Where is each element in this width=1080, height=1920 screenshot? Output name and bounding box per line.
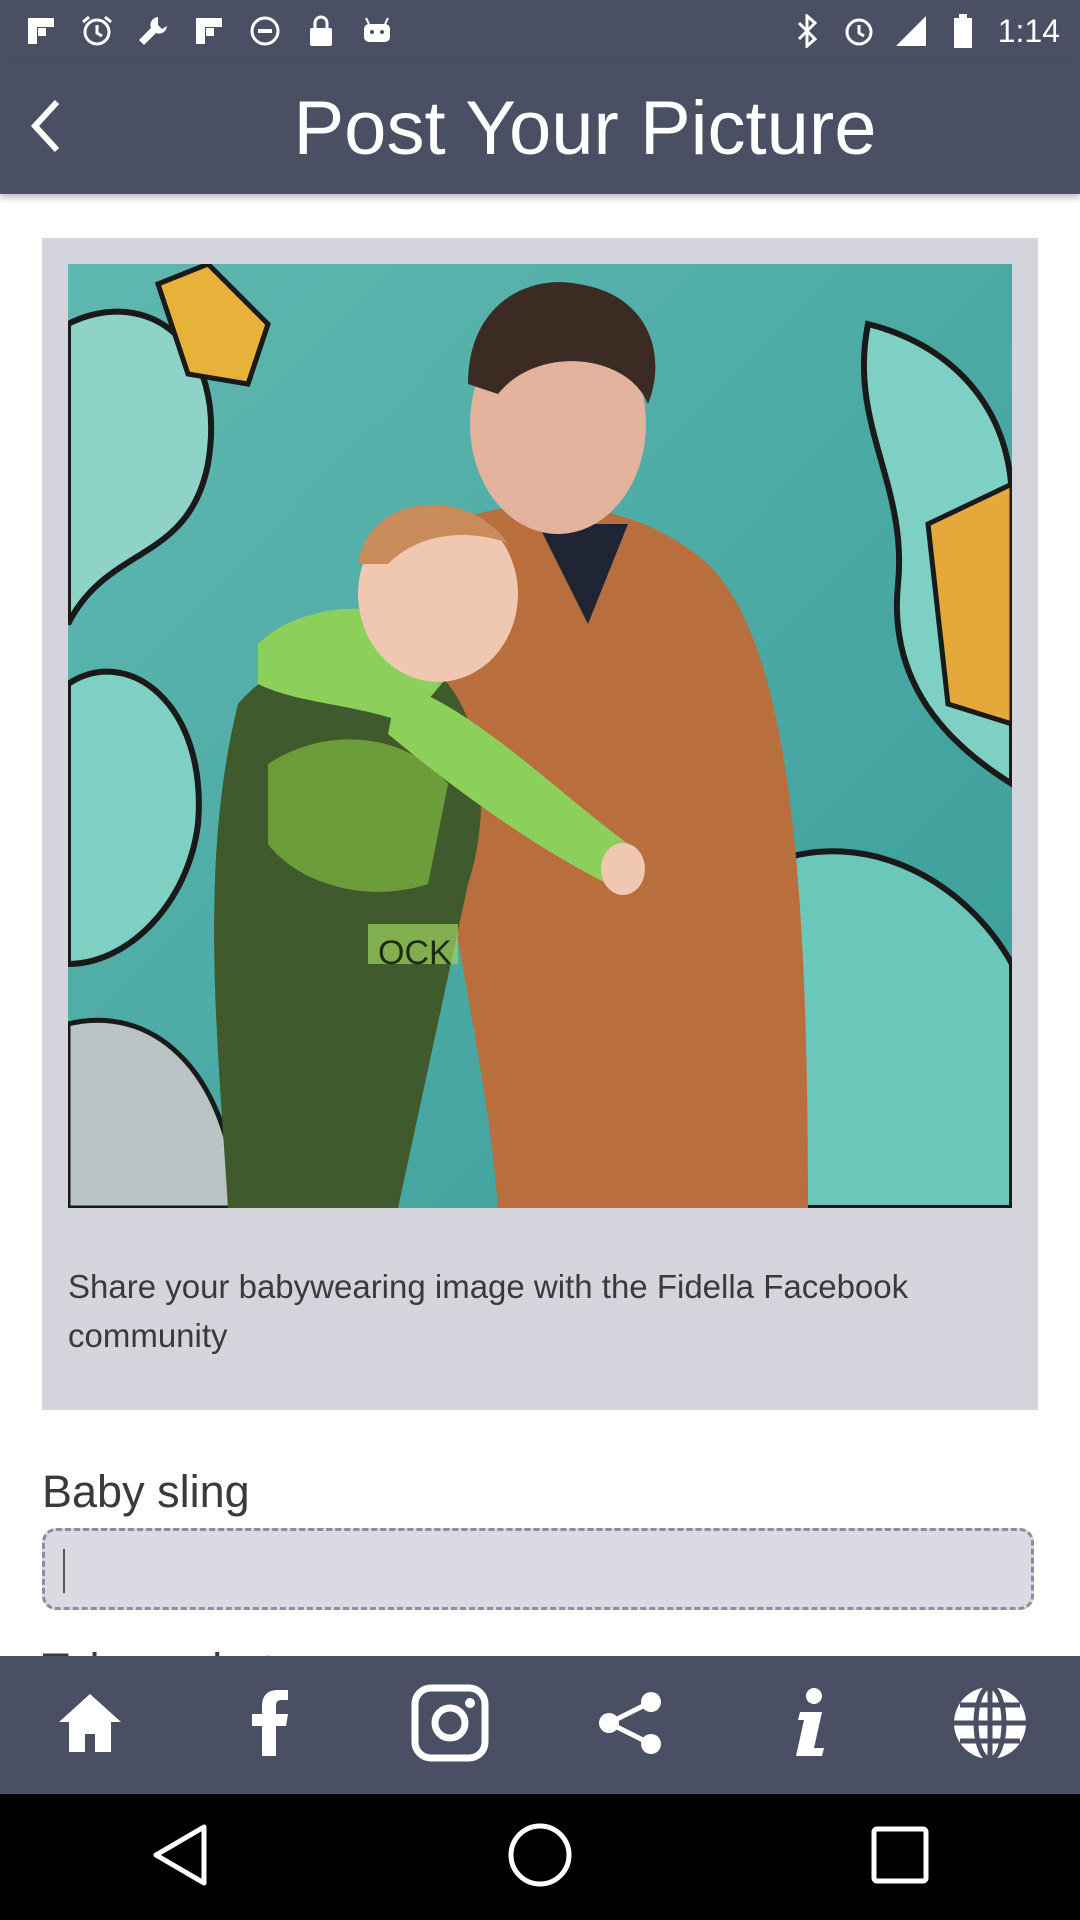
lock-icon [304, 14, 338, 48]
facebook-button[interactable] [222, 1677, 318, 1773]
share-caption: Share your babywearing image with the Fi… [68, 1268, 909, 1354]
baby-sling-label: Baby sling [42, 1466, 250, 1517]
bottom-nav [0, 1656, 1080, 1794]
home-icon [55, 1690, 125, 1761]
page-title: Post Your Picture [293, 85, 877, 171]
home-circle-icon [507, 1822, 573, 1893]
system-recents-button[interactable] [855, 1812, 945, 1902]
instagram-icon [411, 1684, 489, 1767]
system-back-button[interactable] [135, 1812, 225, 1902]
post-card: OCK Share your babywearing image with th… [42, 238, 1038, 1410]
website-button[interactable] [942, 1677, 1038, 1773]
wrench-icon [136, 14, 170, 48]
share-icon [595, 1690, 665, 1761]
system-home-button[interactable] [495, 1812, 585, 1902]
alarm-icon [842, 14, 876, 48]
notification-icons [0, 14, 394, 48]
home-button[interactable] [42, 1677, 138, 1773]
info-button[interactable] [762, 1677, 858, 1773]
globe-icon [950, 1683, 1030, 1768]
flipboard-icon [192, 14, 226, 48]
svg-text:OCK: OCK [378, 934, 452, 972]
baby-sling-input[interactable] [45, 1531, 1031, 1607]
bluetooth-icon [790, 14, 824, 48]
android-icon [360, 14, 394, 48]
info-icon [790, 1687, 830, 1763]
instagram-button[interactable] [402, 1677, 498, 1773]
babywearing-photo[interactable]: OCK [68, 264, 1012, 1208]
flipboard-icon [24, 14, 58, 48]
system-navigation-bar [0, 1794, 1080, 1920]
alarm-icon [80, 14, 114, 48]
status-time: 1:14 [997, 12, 1060, 49]
signal-icon [894, 14, 928, 48]
recents-square-icon [870, 1825, 930, 1890]
status-bar: 1:14 [0, 0, 1080, 62]
back-triangle-icon [150, 1823, 210, 1892]
baby-sling-field-box[interactable] [42, 1528, 1034, 1610]
share-button[interactable] [582, 1677, 678, 1773]
battery-icon [946, 14, 980, 48]
app-bar: Post Your Picture [0, 62, 1080, 194]
facebook-icon [250, 1689, 290, 1761]
system-status-icons: 1:14 [790, 13, 1080, 50]
blocked-icon [248, 14, 282, 48]
